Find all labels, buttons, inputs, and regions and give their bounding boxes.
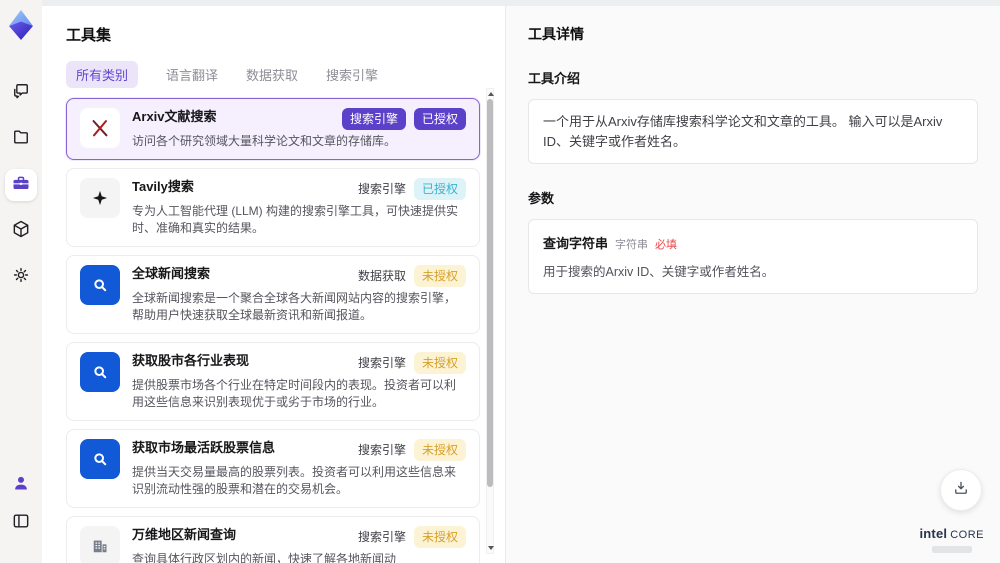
toolbox-icon: [11, 173, 31, 198]
gear-icon: [11, 265, 31, 290]
sidebar-item-tools[interactable]: [5, 169, 37, 201]
tool-name: 万维地区新闻查询: [132, 527, 237, 543]
page-title: 工具集: [66, 27, 112, 44]
tool-name: 获取市场最活跃股票信息: [132, 440, 276, 456]
intel-core-logo: intel CORE: [919, 526, 984, 553]
region-news-logo-icon: [80, 526, 120, 563]
intel-logo-text: intel: [919, 526, 948, 541]
list-scrollbar[interactable]: [486, 88, 494, 554]
tab-data-fetch[interactable]: 数据获取: [246, 61, 298, 88]
param-type: 字符串: [615, 239, 649, 251]
panel-toggle-icon: [11, 511, 31, 536]
sidebar-item-plugins[interactable]: [5, 215, 37, 247]
scrollbar-down-arrow-icon[interactable]: [488, 546, 494, 550]
tool-auth-badge: 未授权: [413, 526, 466, 549]
tool-card-arxiv[interactable]: Arxiv文献搜索 搜索引擎 已授权 访问各个研究领域大量科学论文和文章的存储库…: [66, 98, 480, 161]
sidebar-item-panel-toggle[interactable]: [5, 507, 37, 539]
tool-card-region-news[interactable]: 万维地区新闻查询 搜索引擎 未授权 查询具体行政区划内的新闻，快速了解各地新闻动: [66, 516, 480, 563]
tool-name: 全球新闻搜索: [132, 266, 211, 282]
tool-intro-text: 一个用于从Arxiv存储库搜索科学论文和文章的工具。 输入可以是Arxiv ID…: [543, 114, 943, 149]
param-box: 查询字符串 字符串 必填 用于搜索的Arxiv ID、关键字或作者姓名。: [528, 219, 978, 294]
tool-description: 提供股票市场各个行业在特定时间段内的表现。投资者可以利用这些信息来识别表现优于或…: [132, 378, 457, 410]
stock-search-logo-icon: [80, 439, 120, 480]
tavily-star-logo-icon: [80, 178, 120, 219]
tool-card-active-stocks[interactable]: 获取市场最活跃股票信息 搜索引擎 未授权 提供当天交易量最高的股票列表。投资者可…: [66, 429, 480, 509]
tool-description: 全球新闻搜索是一个聚合全球各大新闻网站内容的搜索引擎，帮助用户快速获取全球最新资…: [132, 291, 457, 323]
tool-description: 查询具体行政区划内的新闻，快速了解各地新闻动: [132, 552, 397, 563]
scrollbar-thumb[interactable]: [487, 99, 493, 487]
tool-description: 访问各个研究领域大量科学论文和文章的存储库。: [132, 134, 397, 148]
tool-auth-badge: 已授权: [413, 108, 466, 130]
sidebar-item-chat[interactable]: [5, 77, 37, 109]
news-search-logo-icon: [80, 265, 120, 306]
detail-title: 工具详情: [528, 26, 584, 42]
category-tabs: 所有类别 语言翻译 数据获取 搜索引擎: [66, 61, 505, 88]
main-area: 工具集 所有类别 语言翻译 数据获取 搜索引擎 Arxiv文献搜索 搜索引擎 已…: [42, 0, 1000, 563]
tool-card-sector-performance[interactable]: 获取股市各行业表现 搜索引擎 未授权 提供股票市场各个行业在特定时间段内的表现。…: [66, 342, 480, 422]
arxiv-logo-icon: [80, 108, 120, 148]
folder-icon: [11, 127, 31, 152]
tool-auth-badge: 未授权: [413, 439, 466, 462]
core-logo-text: CORE: [950, 529, 984, 541]
tool-auth-badge: 已授权: [413, 178, 466, 201]
cube-icon: [11, 219, 31, 244]
param-required-badge: 必填: [655, 239, 678, 251]
download-icon: [952, 479, 970, 502]
tool-auth-badge: 未授权: [413, 352, 466, 375]
tool-name: 获取股市各行业表现: [132, 353, 250, 369]
scrollbar-up-arrow-icon[interactable]: [488, 92, 494, 96]
tool-category-badge: 搜索引擎: [357, 356, 406, 371]
sidebar-item-files[interactable]: [5, 123, 37, 155]
tool-category-badge: 搜索引擎: [341, 108, 406, 130]
tool-auth-badge: 未授权: [413, 265, 466, 288]
tab-translation[interactable]: 语言翻译: [166, 61, 218, 88]
tool-list: Arxiv文献搜索 搜索引擎 已授权 访问各个研究领域大量科学论文和文章的存储库…: [66, 98, 480, 563]
tool-category-badge: 搜索引擎: [357, 530, 406, 545]
tool-card-global-news[interactable]: 全球新闻搜索 数据获取 未授权 全球新闻搜索是一个聚合全球各大新闻网站内容的搜索…: [66, 255, 480, 335]
chat-icon: [11, 81, 31, 106]
download-button[interactable]: [940, 469, 982, 511]
tool-intro-box: 一个用于从Arxiv存储库搜索科学论文和文章的工具。 输入可以是Arxiv ID…: [528, 99, 978, 164]
tool-category-badge: 搜索引擎: [357, 182, 406, 197]
stock-search-logo-icon: [80, 352, 120, 393]
tool-detail-panel: 工具详情 工具介绍 一个用于从Arxiv存储库搜索科学论文和文章的工具。 输入可…: [505, 6, 1000, 563]
tab-search-engine[interactable]: 搜索引擎: [326, 61, 378, 88]
app-logo-icon: [7, 9, 35, 41]
tool-description: 专为人工智能代理 (LLM) 构建的搜索引擎工具，可快速提供实时、准确和真实的结…: [132, 204, 459, 236]
intro-heading: 工具介绍: [528, 71, 581, 86]
params-heading: 参数: [528, 191, 555, 206]
tab-all-categories[interactable]: 所有类别: [66, 61, 139, 88]
sidebar-item-user[interactable]: [5, 469, 37, 501]
sidebar-rail: [0, 0, 42, 563]
tool-name: Arxiv文献搜索: [132, 109, 217, 124]
tool-category-badge: 搜索引擎: [357, 443, 406, 458]
tool-card-tavily[interactable]: Tavily搜索 搜索引擎 已授权 专为人工智能代理 (LLM) 构建的搜索引擎…: [66, 168, 480, 248]
tool-description: 提供当天交易量最高的股票列表。投资者可以利用这些信息来识别流动性强的股票和潜在的…: [132, 465, 457, 497]
sidebar-item-settings[interactable]: [5, 261, 37, 293]
tool-category-badge: 数据获取: [357, 269, 406, 284]
app-window: 工具集 所有类别 语言翻译 数据获取 搜索引擎 Arxiv文献搜索 搜索引擎 已…: [0, 0, 1000, 563]
tool-name: Tavily搜索: [132, 179, 194, 195]
user-avatar-icon: [11, 473, 31, 498]
param-description: 用于搜索的Arxiv ID、关键字或作者姓名。: [543, 265, 775, 279]
tool-list-panel: 工具集 所有类别 语言翻译 数据获取 搜索引擎 Arxiv文献搜索 搜索引擎 已…: [42, 6, 505, 563]
intel-ultra-mark: [931, 546, 972, 553]
param-name: 查询字符串: [543, 236, 609, 251]
